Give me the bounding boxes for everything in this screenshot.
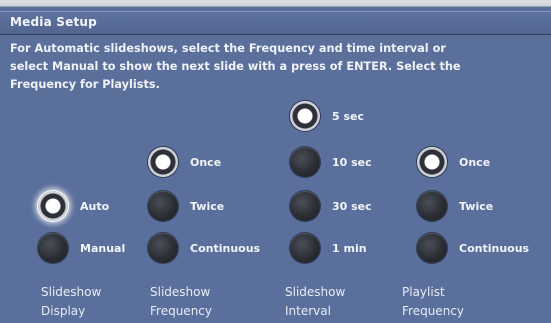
column-label-line: Frequency [402,304,464,318]
radio-slideshow-frequency-twice[interactable] [148,191,178,221]
column-label-line: Interval [285,304,331,318]
column-label-line: Display [41,304,86,318]
window-title: Media Setup [10,15,97,29]
option-label-5-sec: 5 sec [332,110,365,123]
option-label-once: Once [190,156,222,169]
option-label-twice: Twice [190,200,225,213]
option-label-10-sec: 10 sec [332,156,372,169]
option-label-continuous: Continuous [459,242,530,255]
instructions-line: For Automatic slideshows, select the Fre… [10,42,446,55]
radio-playlist-frequency-once[interactable] [417,147,447,177]
radio-display-auto[interactable] [38,191,68,221]
radio-interval-5-sec[interactable] [290,101,320,131]
option-label-continuous: Continuous [190,242,261,255]
column-label-playlist-frequency: Playlist Frequency [402,283,464,321]
column-label-line: Playlist [402,285,445,299]
column-label-line: Slideshow [150,285,211,299]
column-label-line: Frequency [150,304,212,318]
instructions-text: For Automatic slideshows, select the Fre… [10,40,545,94]
title-bar: Media Setup [0,11,551,35]
option-label-auto: Auto [80,200,110,213]
radio-interval-1-min[interactable] [290,233,320,263]
radio-slideshow-frequency-continuous[interactable] [148,233,178,263]
radio-interval-10-sec[interactable] [290,147,320,177]
option-label-twice: Twice [459,200,494,213]
option-label-1-min: 1 min [332,242,367,255]
option-label-manual: Manual [80,242,126,255]
column-label-line: Slideshow [285,285,346,299]
radio-display-manual[interactable] [38,233,68,263]
instructions-line: select Manual to show the next slide wit… [10,60,461,73]
option-label-30-sec: 30 sec [332,200,372,213]
column-label-slideshow-interval: Slideshow Interval [285,283,345,321]
radio-interval-30-sec[interactable] [290,191,320,221]
column-label-slideshow-display: Slideshow Display [41,283,101,321]
radio-slideshow-frequency-once[interactable] [148,147,178,177]
column-label-line: Slideshow [41,285,102,299]
radio-playlist-frequency-twice[interactable] [417,191,447,221]
instructions-line: Frequency for Playlists. [10,78,160,91]
option-label-once: Once [459,156,491,169]
radio-playlist-frequency-continuous[interactable] [417,233,447,263]
column-label-slideshow-frequency: Slideshow Frequency [150,283,212,321]
